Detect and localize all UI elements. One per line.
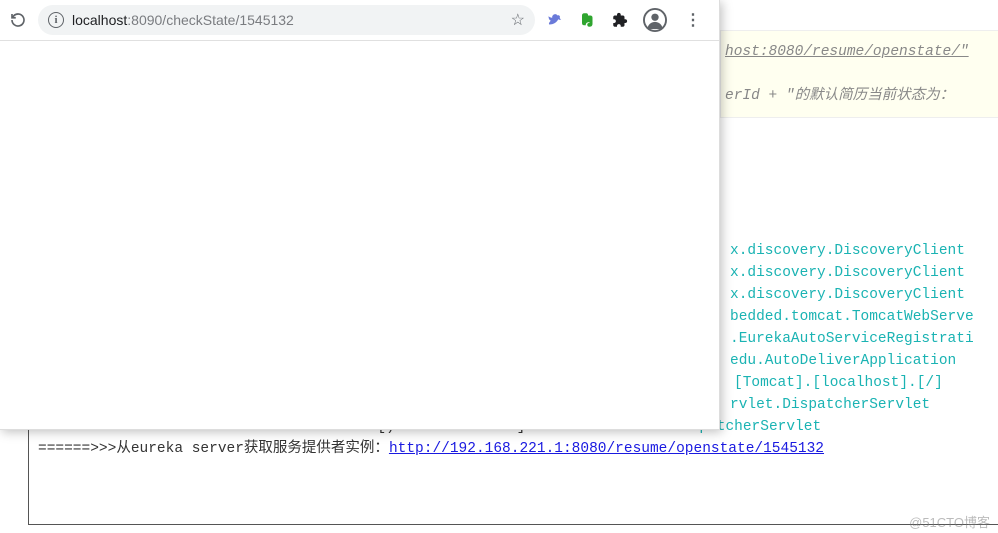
code-line: erId + "的默认简历当前状态为：	[725, 85, 995, 107]
profile-avatar-icon[interactable]	[643, 8, 667, 32]
info-icon[interactable]: i	[48, 12, 64, 28]
page-viewport	[0, 41, 719, 429]
reload-button[interactable]	[4, 6, 32, 34]
code-snippet: host:8080/resume/openstate/" erId + "的默认…	[720, 30, 998, 118]
code-line: host:8080/resume/openstate/"	[725, 41, 995, 63]
url-host: localhost	[72, 12, 127, 28]
bird-extension-icon[interactable]	[547, 11, 565, 29]
browser-toolbar: i localhost:8090/checkState/1545132 ☆ ⋮	[0, 0, 719, 40]
address-bar[interactable]: i localhost:8090/checkState/1545132 ☆	[38, 5, 535, 35]
url-text: localhost:8090/checkState/1545132	[72, 12, 503, 28]
evernote-extension-icon[interactable]	[579, 11, 597, 29]
url-path: :8090/checkState/1545132	[127, 12, 294, 28]
extension-group: ⋮	[541, 8, 711, 32]
watermark-text: @51CTO博客	[909, 512, 990, 531]
menu-dots-icon[interactable]: ⋮	[681, 10, 705, 30]
extensions-puzzle-icon[interactable]	[611, 11, 629, 29]
browser-window: i localhost:8090/checkState/1545132 ☆ ⋮	[0, 0, 720, 430]
reload-icon	[9, 11, 27, 29]
bookmark-star-icon[interactable]: ☆	[511, 10, 525, 30]
